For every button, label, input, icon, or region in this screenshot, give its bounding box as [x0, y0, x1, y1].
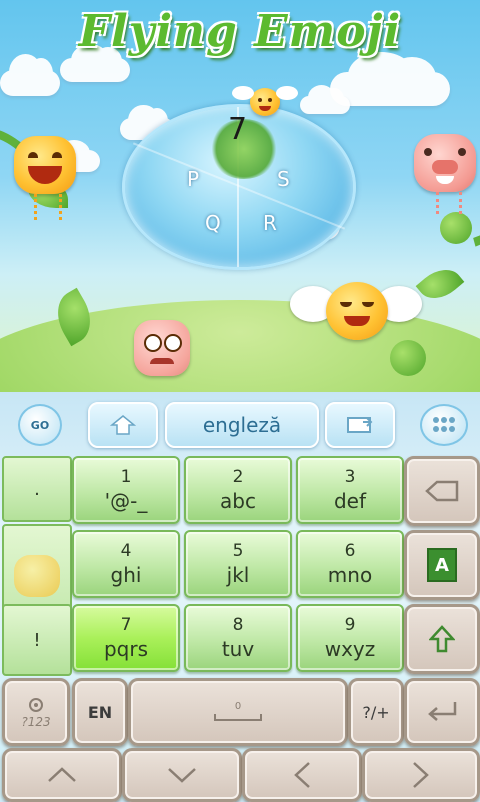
enter-key[interactable] [404, 678, 480, 746]
resize-button[interactable] [325, 402, 395, 448]
key-number: 2 [232, 467, 244, 487]
side-key-period[interactable]: . [2, 456, 72, 522]
backspace-icon [425, 480, 459, 502]
resize-icon [347, 417, 373, 433]
green-ball [390, 340, 426, 376]
key-number: 8 [232, 615, 244, 635]
cloud [0, 54, 60, 96]
punctuation-label: ?/+ [362, 702, 390, 722]
angel-emoji [326, 282, 388, 340]
key-letters: jkl [226, 563, 250, 587]
enter-icon [428, 702, 457, 721]
key-letters: tuv [221, 637, 255, 661]
punctuation-key[interactable]: ?/+ [348, 678, 404, 746]
wing [232, 86, 254, 100]
cloud [60, 43, 130, 82]
chevron-left-icon [294, 762, 310, 788]
side-key-label: . [34, 478, 40, 500]
chevron-up-icon [48, 767, 76, 782]
sad-emoji [134, 320, 190, 376]
cloud [300, 85, 350, 114]
bubble-number: 7 [228, 112, 248, 147]
spring [436, 192, 462, 214]
alpha-mode-icon: A [427, 548, 457, 582]
bubble-letter-p: P [187, 167, 200, 191]
side-key-exclamation[interactable]: ! [2, 604, 72, 676]
mode-key[interactable]: A [404, 530, 480, 600]
key-number: 6 [344, 541, 356, 561]
key-9[interactable]: 9 wxyz [296, 604, 404, 672]
space-label: 0 [234, 701, 242, 712]
key-6[interactable]: 6 mno [296, 530, 404, 598]
arrow-up-icon [429, 625, 455, 653]
key-number: 1 [120, 467, 132, 487]
key-letters: abc [220, 489, 256, 513]
shift-key[interactable] [404, 604, 480, 674]
chevron-down-icon [168, 768, 196, 783]
language-key[interactable]: EN [72, 678, 128, 746]
theme-banner: Flying Emoji P S Q R 7 [0, 0, 480, 392]
key-8[interactable]: 8 tuv [184, 604, 292, 672]
laughing-emoji [14, 136, 76, 194]
key-letters: ghi [110, 563, 142, 587]
symbols-label: ?123 [21, 715, 51, 729]
arrow-right-key[interactable] [362, 748, 480, 802]
key-number: 9 [344, 615, 356, 635]
bubble-letter-r: R [263, 211, 277, 235]
key-7[interactable]: 7 pqrs [72, 604, 180, 672]
backspace-key[interactable] [404, 456, 480, 526]
key-letters: pqrs [103, 637, 149, 661]
language-selector[interactable]: engleză [165, 402, 319, 448]
shift-toolbar-button[interactable] [88, 402, 158, 448]
key-1[interactable]: 1 '@-_ [72, 456, 180, 524]
green-ball [440, 212, 472, 244]
arrow-down-key[interactable] [122, 748, 242, 802]
key-5[interactable]: 5 jkl [184, 530, 292, 598]
language-label: engleză [202, 413, 282, 437]
key-2[interactable]: 2 abc [184, 456, 292, 524]
house-shift-icon [110, 415, 136, 435]
key-number: 5 [232, 541, 244, 561]
key-number: 7 [120, 615, 132, 635]
key-letters: '@-_ [104, 489, 148, 513]
space-bar-icon [214, 714, 262, 721]
language-key-label: EN [87, 702, 113, 722]
key-letters: wxyz [324, 637, 376, 661]
bubble-letter-s: S [277, 167, 290, 191]
space-key[interactable]: 0 [128, 678, 348, 746]
spring [34, 194, 62, 220]
key-letters: mno [327, 563, 373, 587]
arrow-up-key[interactable] [2, 748, 122, 802]
pig-emoji [414, 134, 476, 192]
bubble-letter-q: Q [205, 211, 221, 235]
symbols-key[interactable]: ?123 [2, 678, 70, 746]
go-button[interactable]: GO [18, 404, 62, 446]
menu-button[interactable] [420, 404, 468, 446]
side-key-label: ! [33, 629, 41, 651]
gear-icon [29, 698, 43, 712]
key-letters: def [333, 489, 367, 513]
key-4[interactable]: 4 ghi [72, 530, 180, 598]
arrow-left-key[interactable] [242, 748, 362, 802]
dots-menu-icon [433, 417, 455, 432]
theme-title: Flying Emoji [78, 6, 402, 57]
key-number: 3 [344, 467, 356, 487]
wing [276, 86, 298, 100]
emoji-watermark [14, 554, 60, 597]
go-label: GO [30, 418, 50, 432]
key-3[interactable]: 3 def [296, 456, 404, 524]
chevron-right-icon [413, 762, 429, 788]
key-number: 4 [120, 541, 132, 561]
